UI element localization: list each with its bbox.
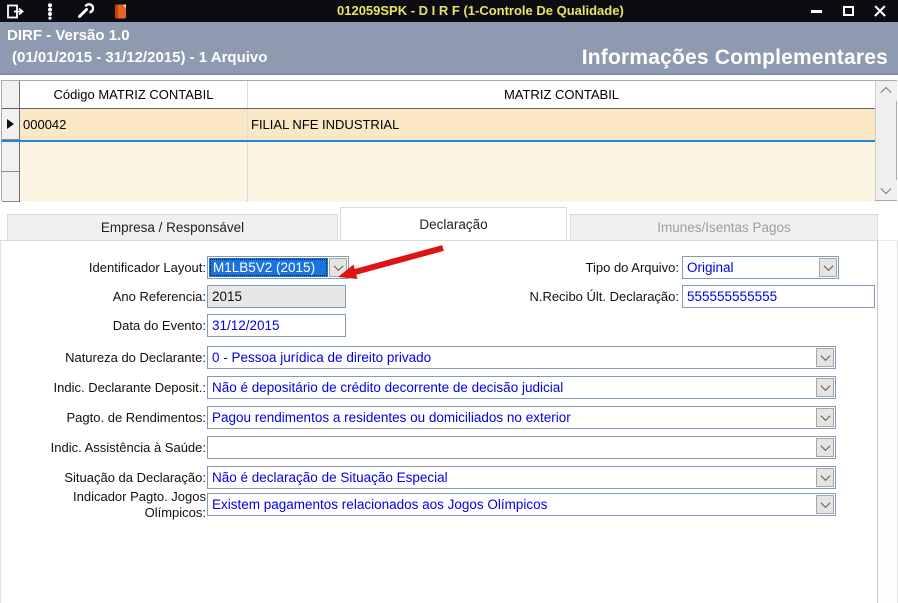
maximize-button[interactable] [840,4,856,18]
dropdown-button[interactable] [816,468,834,487]
tab-strip: Empresa / Responsável Imunes/Isentas Pag… [0,207,898,240]
indic-assistencia-saude-label: Indic. Assistência à Saúde: [50,440,206,455]
dropdown-button[interactable] [819,258,837,277]
grid-row-indicator [2,142,20,172]
indic-declarante-deposit-label: Indic. Declarante Deposit.: [53,380,206,395]
maximize-icon [842,6,854,16]
scroll-down-button[interactable] [875,180,897,200]
table-row-empty[interactable] [2,142,875,172]
indic-declarante-deposit-select[interactable]: Não é depositário de crédito decorrente … [207,376,836,399]
ano-referencia-label: Ano Referencia: [112,289,206,304]
chevron-down-icon [823,261,833,272]
window-controls [808,0,888,22]
dropdown-button[interactable] [816,438,834,457]
panel-right-margin [878,240,898,603]
recibo-label: N.Recibo Últ. Declaração: [529,289,679,304]
dropdown-button[interactable] [816,408,834,427]
natureza-declarante-label: Natureza do Declarante: [65,350,206,365]
tab-declaracao[interactable]: Declaração [340,207,567,240]
cell-codigo[interactable]: 000042 [20,109,247,140]
chevron-down-icon [820,411,830,422]
titlebar-toolbar [0,2,129,20]
table-row-empty[interactable] [2,172,875,202]
grid-column-header-matriz[interactable]: MATRIZ CONTABIL [247,81,875,108]
traffic-light-icon[interactable] [41,2,59,20]
close-icon [874,5,886,17]
ano-referencia-field[interactable]: 2015 [207,285,346,308]
minimize-icon [810,9,822,13]
dropdown-button[interactable] [816,495,834,514]
chevron-down-icon [820,441,830,452]
declaracao-tab-panel: Identificador Layout: M1LB5V2 (2015) Tip… [0,240,878,603]
current-row-arrow-icon [7,119,14,129]
window-title: 012059SPK - D I R F (1-Controle De Quali… [337,3,624,18]
table-row[interactable]: 000042 FILIAL NFE INDUSTRIAL [2,109,875,142]
header-band: DIRF - Versão 1.0 (01/01/2015 - 31/12/20… [0,22,898,75]
chevron-down-icon [820,471,830,482]
tipo-arquivo-select[interactable]: Original [682,256,839,279]
indic-assistencia-saude-value [208,437,815,458]
tipo-arquivo-label: Tipo do Arquivo: [585,260,679,275]
application-window: 012059SPK - D I R F (1-Controle De Quali… [0,0,898,603]
pagto-rendimentos-label: Pagto. de Rendimentos: [66,410,206,425]
dropdown-button[interactable] [329,258,347,277]
situacao-declaracao-select[interactable]: Não é declaração de Situação Especial [207,466,836,489]
chevron-down-icon [820,498,830,509]
chevron-down-icon [333,261,343,272]
indicador-pagto-jogos-select[interactable]: Existem pagamentos relacionados aos Jogo… [207,493,836,516]
situacao-declaracao-value: Não é declaração de Situação Especial [212,470,448,485]
tipo-arquivo-value: Original [687,260,734,275]
chevron-down-icon [820,351,830,362]
pagto-rendimentos-value: Pagou rendimentos a residentes ou domici… [212,410,571,425]
header-left: DIRF - Versão 1.0 (01/01/2015 - 31/12/20… [0,22,267,74]
matriz-grid: Código MATRIZ CONTABIL MATRIZ CONTABIL 0… [1,80,897,202]
data-evento-label: Data do Evento: [112,318,206,333]
tab-empresa-responsavel[interactable]: Empresa / Responsável [7,214,338,240]
grid-column-header-codigo[interactable]: Código MATRIZ CONTABIL [20,81,247,108]
chevron-down-icon [820,381,830,392]
scroll-up-button[interactable] [875,81,897,101]
dropdown-button[interactable] [816,348,834,367]
wrench-icon[interactable] [76,3,94,19]
cell-matriz[interactable]: FILIAL NFE INDUSTRIAL [247,109,875,140]
grid-vertical-scrollbar[interactable] [875,81,897,200]
grid-header-row: Código MATRIZ CONTABIL MATRIZ CONTABIL [2,81,875,109]
titlebar: 012059SPK - D I R F (1-Controle De Quali… [0,0,898,22]
dropdown-button[interactable] [816,378,834,397]
indic-declarante-deposit-value: Não é depositário de crédito decorrente … [212,380,564,395]
grid-indicator-header [2,81,20,108]
exit-icon[interactable] [6,3,24,19]
tab-imunes-isentas-pagos[interactable]: Imunes/Isentas Pagos [570,214,878,240]
grid-row-indicator [2,172,20,202]
section-title: Informações Complementares [581,46,888,69]
natureza-declarante-value: 0 - Pessoa jurídica de direito privado [212,350,432,365]
chevron-down-icon [880,182,892,195]
close-button[interactable] [872,4,888,18]
situacao-declaracao-label: Situação da Declaração: [64,470,206,485]
grid-row-indicator [2,109,20,140]
identificador-layout-label: Identificador Layout: [88,260,206,275]
minimize-button[interactable] [808,4,824,18]
period-line: (01/01/2015 - 31/12/2015) - 1 Arquivo [12,49,268,66]
chevron-up-icon [880,86,892,99]
indic-assistencia-saude-select[interactable] [207,436,836,459]
identificador-layout-select[interactable]: M1LB5V2 (2015) [207,256,349,279]
app-version-line: DIRF - Versão 1.0 [7,27,130,44]
notebook-icon[interactable] [111,3,129,19]
indicador-pagto-jogos-value: Existem pagamentos relacionados aos Jogo… [212,497,548,512]
recibo-field[interactable]: 555555555555 [682,285,875,308]
data-evento-field[interactable]: 31/12/2015 [207,314,346,337]
pagto-rendimentos-select[interactable]: Pagou rendimentos a residentes ou domici… [207,406,836,429]
natureza-declarante-select[interactable]: 0 - Pessoa jurídica de direito privado [207,346,836,369]
identificador-layout-value: M1LB5V2 (2015) [209,258,328,277]
indicador-pagto-jogos-label: Indicador Pagto. Jogos Olímpicos: [73,489,206,520]
